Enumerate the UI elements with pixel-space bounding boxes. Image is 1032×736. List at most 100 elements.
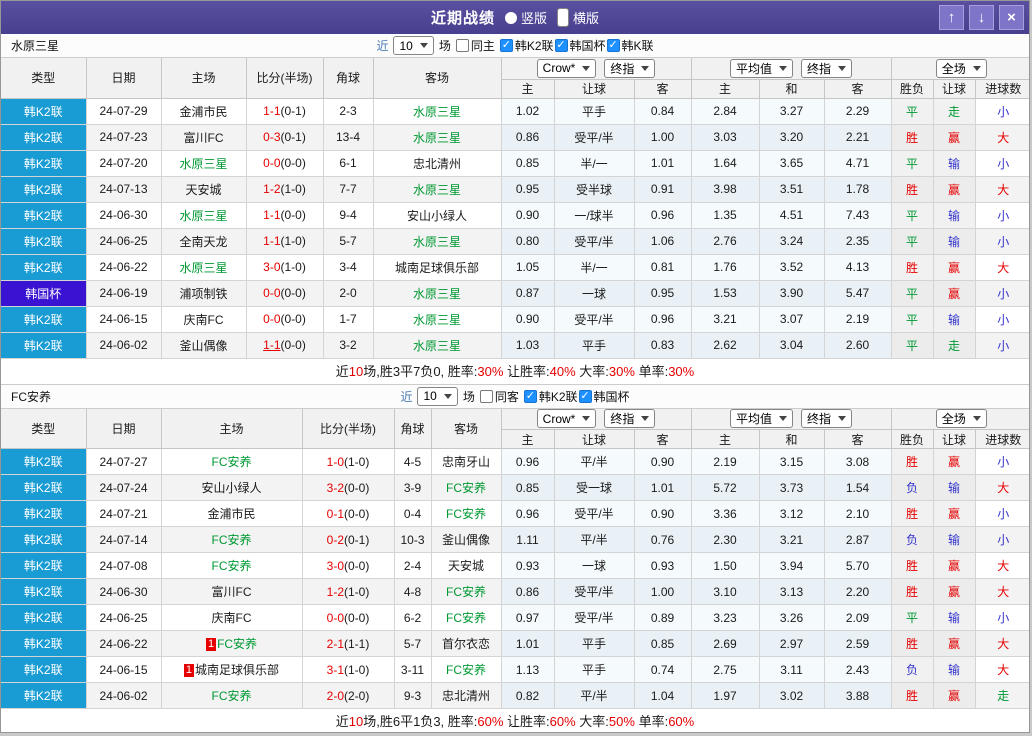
match-row: 韩K2联 24-07-23 富川FC 0-3(0-1) 13-4 水原三星 0.86 受平/半… [1, 124, 1029, 151]
handicap-line: 平/半 [554, 526, 635, 553]
sub-header-handicap: 让球 [554, 429, 635, 449]
score-cell: 3-2(0-0) [302, 474, 395, 501]
match-date: 24-07-29 [86, 98, 162, 125]
checkbox-icon[interactable] [455, 39, 469, 52]
match-date: 24-07-21 [86, 500, 162, 527]
result-goals: 大 [975, 124, 1029, 151]
match-row: 韩K2联 24-07-08 FC安养 3-0(0-0) 2-4 天安城 0.93 一球 0.93… [1, 552, 1029, 579]
col-header-score: 比分(半场) [302, 408, 395, 449]
final-index-select-2[interactable]: 终指 [801, 58, 853, 78]
sub-header-avg-draw: 和 [759, 429, 825, 449]
summary-text: 近10场,胜6平1负3, 胜率:60% 让胜率:60% 大率:50% 单率:60… [1, 709, 1029, 732]
near-label: 近 [400, 389, 413, 404]
layout-radio-vertical[interactable]: 竖版 [504, 8, 547, 27]
score-cell: 1-2(1-0) [246, 176, 324, 203]
avg-draw: 3.73 [759, 474, 825, 501]
layout-radio-horizontal[interactable]: 横版 [557, 8, 599, 27]
league-type-cell: 韩K2联 [1, 656, 87, 683]
handicap-line: 半/一 [554, 150, 635, 177]
result-goals: 大 [975, 630, 1029, 657]
odds-home: 0.96 [501, 448, 555, 475]
corner-score: 3-9 [394, 474, 432, 501]
home-team: 富川FC [161, 124, 247, 151]
odds-home: 1.02 [501, 98, 555, 125]
result-handicap: 走 [933, 332, 976, 359]
result-handicap: 赢 [933, 630, 976, 657]
league-type-cell: 韩K2联 [1, 604, 87, 631]
league-label: 韩K2联 [538, 389, 578, 404]
result-goals: 大 [975, 578, 1029, 605]
average-select[interactable]: 平均值 [730, 409, 794, 429]
match-date: 24-06-02 [86, 332, 162, 359]
odds-away: 0.96 [634, 306, 692, 333]
score-cell: 0-0(0-0) [246, 306, 324, 333]
result-goals: 小 [975, 202, 1029, 229]
away-team: 忠南牙山 [431, 448, 502, 475]
result-outcome: 负 [891, 526, 934, 553]
result-handicap: 赢 [933, 552, 976, 579]
league-filter[interactable]: ✓ 韩K2联 [499, 37, 554, 54]
result-goals: 大 [975, 474, 1029, 501]
handicap-line: 平手 [554, 630, 635, 657]
away-team: 天安城 [431, 552, 502, 579]
same-venue-filter[interactable]: 同客 [479, 388, 519, 405]
final-index-select[interactable]: 终指 [604, 409, 656, 429]
home-team: 水原三星 [161, 150, 247, 177]
league-filter[interactable]: ✓ 韩国杯 [554, 37, 606, 54]
corner-score: 9-4 [323, 202, 374, 229]
radio-icon[interactable] [504, 11, 517, 24]
bookmaker-select[interactable]: Crow* [536, 58, 597, 78]
result-handicap: 输 [933, 150, 976, 177]
checkbox-icon[interactable]: ✓ [554, 39, 568, 52]
recent-count-select[interactable]: 10 [417, 386, 458, 406]
checkbox-icon[interactable]: ✓ [523, 389, 537, 403]
league-type-cell: 韩K2联 [1, 176, 87, 203]
average-group-header: 平均值 终指 [691, 408, 892, 430]
league-filter[interactable]: ✓ 韩K2联 [523, 388, 578, 405]
odds-away: 0.90 [634, 448, 692, 475]
recent-count-select[interactable]: 10 [393, 36, 434, 55]
away-team: 忠北清州 [373, 150, 502, 177]
odds-away: 0.91 [634, 176, 692, 203]
odds-home: 0.87 [501, 280, 555, 307]
avg-home: 2.75 [691, 656, 760, 683]
chevron-down-icon [838, 416, 847, 422]
fullmatch-select[interactable]: 全场 [935, 409, 987, 429]
score-cell: 3-0(1-0) [246, 254, 324, 281]
match-date: 24-07-23 [86, 124, 162, 151]
avg-away: 2.35 [824, 228, 892, 255]
move-down-button[interactable]: ↓ [969, 5, 994, 30]
fullmatch-select[interactable]: 全场 [935, 58, 987, 78]
bookmaker-select[interactable]: Crow* [536, 409, 597, 429]
close-button[interactable]: × [999, 5, 1024, 30]
avg-home: 2.69 [691, 630, 760, 657]
league-type-cell: 韩K2联 [1, 578, 87, 605]
home-team: 安山小绿人 [161, 474, 303, 501]
league-filter[interactable]: ✓ 韩国杯 [578, 388, 630, 405]
final-index-select-2[interactable]: 终指 [801, 409, 853, 429]
result-outcome: 负 [891, 656, 934, 683]
odds-home: 0.85 [501, 150, 555, 177]
result-outcome: 平 [891, 306, 934, 333]
move-up-button[interactable]: ↑ [939, 5, 964, 30]
avg-away: 2.29 [824, 98, 892, 125]
average-select[interactable]: 平均值 [730, 58, 794, 78]
checkbox-icon[interactable]: ✓ [578, 389, 592, 403]
checkbox-icon[interactable] [479, 389, 493, 403]
result-handicap: 输 [933, 202, 976, 229]
chevron-down-icon [641, 65, 650, 71]
final-index-select[interactable]: 终指 [604, 58, 656, 78]
summary-text: 近10场,胜3平7负0, 胜率:30% 让胜率:40% 大率:30% 单率:30… [1, 358, 1029, 385]
corner-score: 3-2 [323, 332, 374, 359]
avg-home: 1.53 [691, 280, 760, 307]
match-row: 韩K2联 24-06-15 1 城南足球俱乐部 3-1(1-0) 3-11 FC安养 1.13… [1, 656, 1029, 683]
checkbox-icon[interactable]: ✓ [606, 39, 620, 52]
checkbox-icon[interactable]: ✓ [499, 39, 513, 52]
same-venue-filter[interactable]: 同主 [455, 37, 495, 54]
avg-away: 4.13 [824, 254, 892, 281]
radio-icon[interactable] [557, 8, 569, 27]
away-team: FC安养 [431, 604, 502, 631]
league-type-cell: 韩K2联 [1, 98, 87, 125]
away-team: 釜山偶像 [431, 526, 502, 553]
league-filter[interactable]: ✓ 韩K联 [606, 37, 654, 54]
